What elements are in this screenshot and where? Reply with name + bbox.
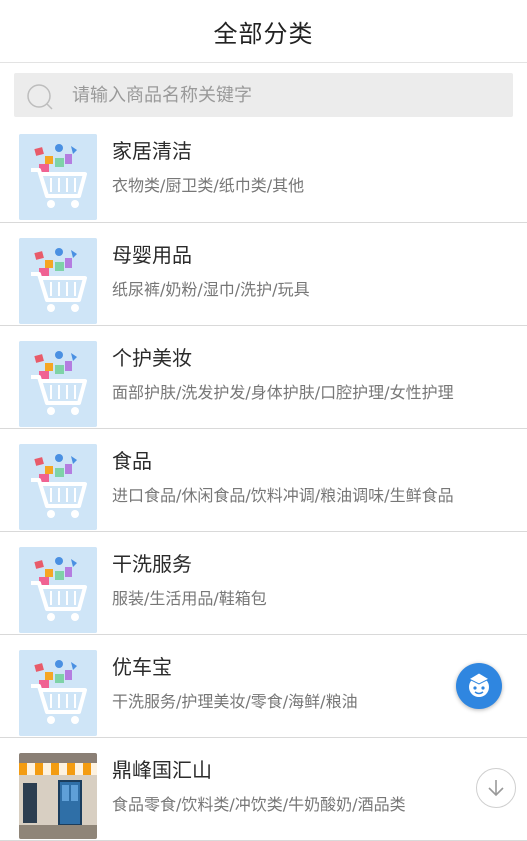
category-subcategories: 干洗服务/护理美妆/零食/海鲜/粮油 xyxy=(112,692,358,711)
category-name: 干洗服务 xyxy=(112,552,192,576)
shopping-cart-icon xyxy=(19,650,97,736)
shopping-cart-icon xyxy=(19,134,97,220)
category-list: 家居清洁 衣物类/厨卫类/纸巾类/其他 母婴用品 纸尿裤/奶粉/湿巾/洗护/玩具… xyxy=(0,119,527,841)
category-subcategories: 服装/生活用品/鞋箱包 xyxy=(112,589,267,608)
search-box[interactable] xyxy=(14,73,513,117)
category-item-dry-cleaning[interactable]: 干洗服务 服装/生活用品/鞋箱包 xyxy=(0,532,527,635)
search-icon xyxy=(27,84,53,110)
category-subcategories: 进口食品/休闲食品/饮料冲调/粮油调味/生鲜食品 xyxy=(112,486,454,505)
page-title: 全部分类 xyxy=(213,19,314,48)
category-name: 优车宝 xyxy=(112,655,172,679)
customer-service-avatar-icon xyxy=(467,672,491,697)
category-thumbnail xyxy=(19,238,97,324)
category-item-home-cleaning[interactable]: 家居清洁 衣物类/厨卫类/纸巾类/其他 xyxy=(0,119,527,223)
category-item-food[interactable]: 食品 进口食品/休闲食品/饮料冲调/粮油调味/生鲜食品 xyxy=(0,429,527,532)
category-name: 家居清洁 xyxy=(112,139,192,163)
shopping-cart-icon xyxy=(19,238,97,324)
category-item-dingfeng[interactable]: 鼎峰国汇山 食品零食/饮料类/冲饮类/牛奶酸奶/酒品类 xyxy=(0,738,527,841)
category-subcategories: 食品零食/饮料类/冲饮类/牛奶酸奶/酒品类 xyxy=(112,795,406,814)
category-item-personal-care[interactable]: 个护美妆 面部护肤/洗发护发/身体护肤/口腔护理/女性护理 xyxy=(0,326,527,429)
category-thumbnail xyxy=(19,134,97,220)
customer-service-button[interactable] xyxy=(456,663,502,709)
shopping-cart-icon xyxy=(19,341,97,427)
category-name: 食品 xyxy=(112,449,152,473)
category-thumbnail xyxy=(19,650,97,736)
category-subcategories: 面部护肤/洗发护发/身体护肤/口腔护理/女性护理 xyxy=(112,383,454,402)
category-name: 母婴用品 xyxy=(112,243,192,267)
shopping-cart-icon xyxy=(19,547,97,633)
arrow-down-icon xyxy=(488,780,504,797)
category-thumbnail xyxy=(19,341,97,427)
category-thumbnail xyxy=(19,444,97,530)
category-subcategories: 纸尿裤/奶粉/湿巾/洗护/玩具 xyxy=(112,280,310,299)
category-thumbnail xyxy=(19,753,97,839)
category-subcategories: 衣物类/厨卫类/纸巾类/其他 xyxy=(112,176,305,195)
shopping-cart-icon xyxy=(19,444,97,530)
category-name: 鼎峰国汇山 xyxy=(112,758,212,782)
store-front-icon xyxy=(19,753,97,839)
category-item-mother-baby[interactable]: 母婴用品 纸尿裤/奶粉/湿巾/洗护/玩具 xyxy=(0,223,527,326)
category-thumbnail xyxy=(19,547,97,633)
scroll-down-button[interactable] xyxy=(476,768,516,808)
search-bar xyxy=(0,63,527,119)
category-name: 个护美妆 xyxy=(112,346,192,370)
header: 全部分类 xyxy=(0,0,527,63)
category-item-youchebao[interactable]: 优车宝 干洗服务/护理美妆/零食/海鲜/粮油 xyxy=(0,635,527,738)
search-input[interactable] xyxy=(14,73,513,117)
